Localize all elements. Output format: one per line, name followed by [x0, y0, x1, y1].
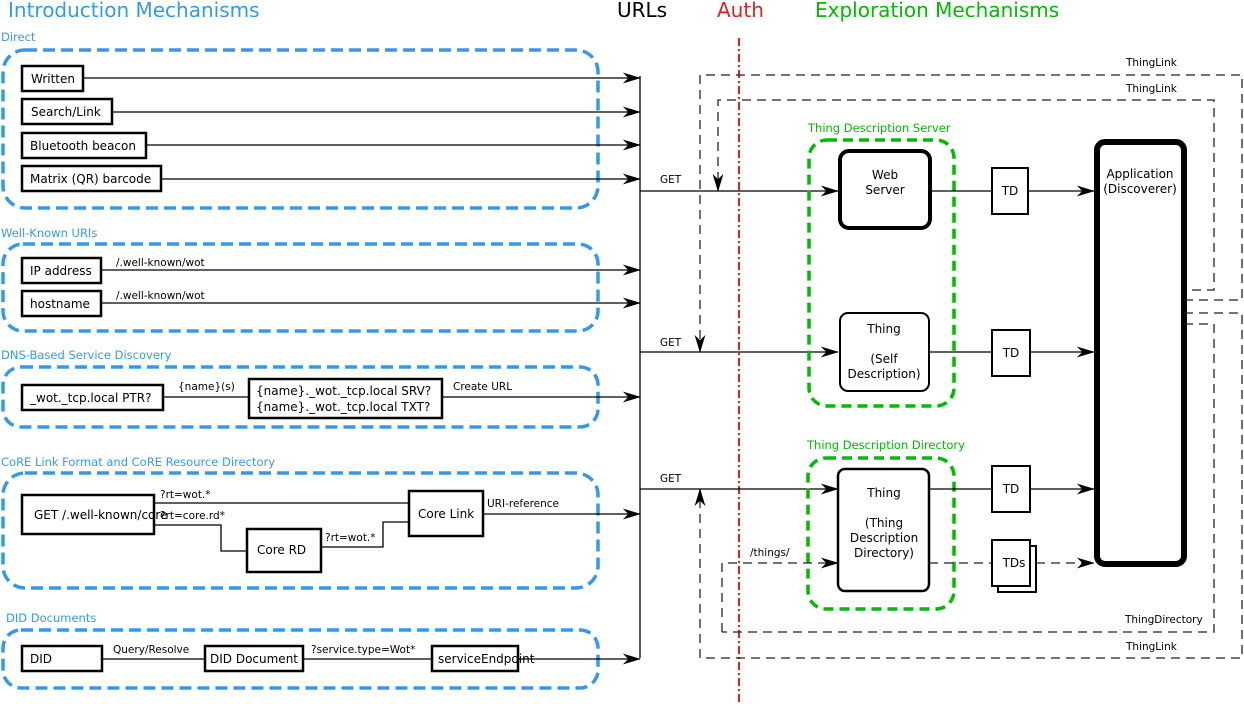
well-known-item-label: hostname — [30, 297, 90, 311]
group-label-dns-sd: DNS-Based Service Discovery — [1, 348, 172, 362]
group-label-direct: Direct — [1, 30, 36, 44]
edge-label-well-known-ip: /.well-known/wot — [116, 257, 205, 269]
edge-label-rt-wot2: ?rt=wot.* — [325, 532, 376, 544]
td-box-3[interactable]: TD — [991, 465, 1031, 513]
loop-label-thinglink-outer-top: ThingLink — [1125, 57, 1178, 69]
group-label-td-server: Thing Description Server — [807, 121, 951, 135]
td-label-2: TD — [1002, 346, 1020, 360]
tds-label: TDs — [1002, 556, 1026, 570]
tds-box[interactable]: TDs — [991, 539, 1037, 593]
direct-item-search-link[interactable]: Search/Link — [20, 97, 114, 126]
core-rd-box[interactable]: Core RD — [245, 527, 323, 574]
self-description-label-4: Description) — [847, 367, 920, 381]
directory-thing-label-5: Directory) — [854, 546, 914, 560]
header-urls: URLs — [617, 0, 667, 22]
self-description-label-3: (Self — [870, 352, 898, 366]
group-label-core: CoRE Link Format and CoRE Resource Direc… — [1, 455, 275, 469]
get-label-3: GET — [660, 473, 682, 485]
loop-label-thinglink-inner-top: ThingLink — [1125, 83, 1178, 95]
directory-thing-label-3: (Thing — [865, 516, 903, 530]
self-description-box[interactable]: Thing (Self Description) — [839, 312, 930, 392]
dns-ptr-box[interactable]: _wot._tcp.local PTR? — [20, 383, 165, 412]
edge-label-create-url: Create URL — [453, 381, 512, 393]
get-label-1: GET — [660, 174, 682, 186]
td-box-1[interactable]: TD — [991, 167, 1029, 215]
well-known-item-ip[interactable]: IP address — [20, 256, 103, 285]
direct-item-written[interactable]: Written — [20, 64, 85, 93]
directory-thing-label-1: Thing — [866, 486, 901, 500]
group-label-did: DID Documents — [6, 611, 96, 625]
group-label-td-directory: Thing Description Directory — [806, 438, 965, 452]
core-rd-label: Core RD — [257, 543, 306, 557]
edge-label-names: {name}(s) — [178, 381, 235, 393]
header-exploration: Exploration Mechanisms — [815, 0, 1059, 22]
core-link-box[interactable]: Core Link — [407, 489, 485, 538]
application-label-2: (Discoverer) — [1103, 182, 1177, 196]
did-document-label: DID Document — [210, 652, 298, 666]
self-description-label-1: Thing — [866, 322, 901, 336]
application-box[interactable]: Application (Discoverer) — [1094, 139, 1187, 567]
td-label-1: TD — [1001, 184, 1019, 198]
dns-srv-txt-box[interactable]: {name}._wot._tcp.local SRV? {name}._wot.… — [247, 377, 444, 420]
core-get-box[interactable]: GET /.well-known/core — [20, 493, 167, 536]
discovery-diagram: Introduction Mechanisms URLs Auth Explor… — [1, 0, 1243, 704]
direct-item-bluetooth[interactable]: Bluetooth beacon — [20, 131, 148, 160]
web-server-label-2: Server — [865, 183, 904, 197]
application-label-1: Application — [1106, 167, 1173, 181]
edge-label-service-type: ?service.type=Wot* — [311, 644, 415, 656]
td-label-3: TD — [1002, 482, 1020, 496]
directory-thing-box[interactable]: Thing (Thing Description Directory) — [836, 467, 931, 593]
edge-label-well-known-hostname: /.well-known/wot — [116, 290, 205, 302]
group-label-well-known: Well-Known URIs — [1, 226, 97, 240]
edge-label-uri-reference: URI-reference — [487, 498, 559, 510]
well-known-item-label: IP address — [30, 264, 92, 278]
edge-label-query-resolve: Query/Resolve — [113, 644, 189, 656]
well-known-item-hostname[interactable]: hostname — [20, 289, 103, 318]
edge-label-things-path: /things/ — [750, 547, 790, 559]
web-server-box[interactable]: Web Server — [838, 149, 932, 230]
did-label: DID — [30, 652, 52, 666]
dns-txt-label: {name}._wot._tcp.local TXT? — [256, 400, 430, 414]
core-get-label: GET /.well-known/core — [34, 508, 167, 522]
dns-ptr-label: _wot._tcp.local PTR? — [29, 391, 151, 405]
td-box-2[interactable]: TD — [991, 329, 1031, 377]
direct-item-label: Matrix (QR) barcode — [30, 172, 151, 186]
web-server-label-1: Web — [872, 168, 898, 182]
edge-label-rt-core-rd: ?rt=core.rd* — [160, 510, 225, 522]
direct-item-label: Bluetooth beacon — [30, 139, 136, 153]
did-box[interactable]: DID — [20, 644, 104, 673]
core-link-label: Core Link — [418, 507, 474, 521]
dns-srv-label: {name}._wot._tcp.local SRV? — [256, 384, 431, 398]
loop-label-thinglink-bottom: ThingLink — [1125, 641, 1178, 653]
direct-item-label: Written — [31, 72, 75, 86]
loop-label-thing-directory: ThingDirectory — [1124, 614, 1203, 626]
did-document-box[interactable]: DID Document — [203, 644, 305, 673]
edge-rt-core-rd — [154, 524, 247, 552]
direct-item-qr[interactable]: Matrix (QR) barcode — [20, 164, 163, 193]
directory-thing-label-4: Description — [850, 531, 918, 545]
direct-item-label: Search/Link — [31, 105, 101, 119]
edge-label-rt-wot: ?rt=wot.* — [160, 489, 211, 501]
header-introduction: Introduction Mechanisms — [8, 0, 260, 22]
header-auth: Auth — [717, 0, 764, 22]
get-label-2: GET — [660, 337, 682, 349]
